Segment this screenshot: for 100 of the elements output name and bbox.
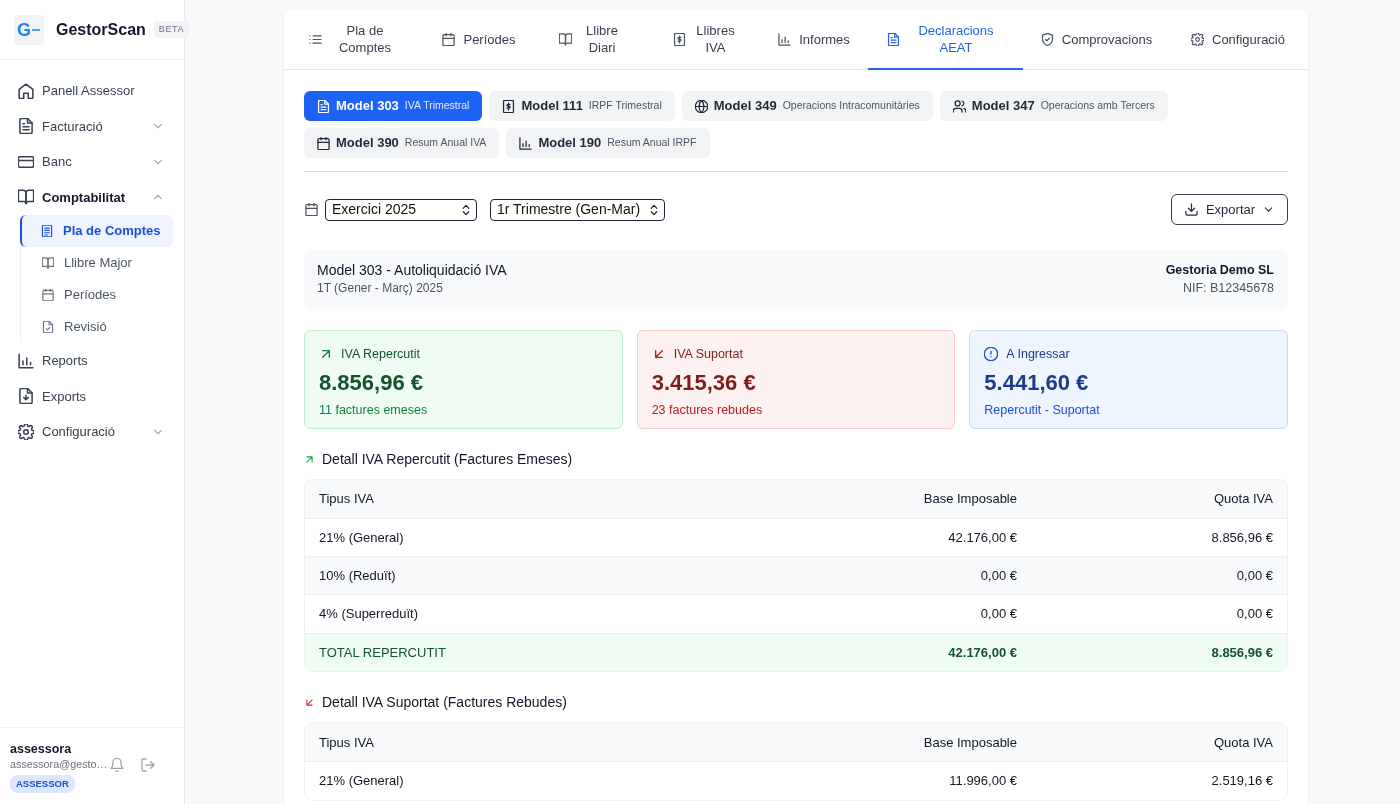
sidebar-subitem[interactable]: Períodes (21, 279, 173, 311)
stat-label: A Ingressar (1006, 346, 1070, 363)
table-cell: 42.176,00 € (712, 633, 1031, 672)
notifications-icon[interactable] (110, 758, 124, 772)
model-button[interactable]: Model 190 Resum Anual IRPF (506, 128, 710, 158)
table-cell: 21% (General) (305, 518, 713, 557)
document-icon (887, 32, 900, 46)
model-button[interactable]: Model 390 Resum Anual IVA (304, 128, 500, 158)
tab[interactable]: Llibre Diari (533, 10, 650, 70)
home-icon (18, 82, 34, 99)
stat-note: Repercutit - Suportat (984, 401, 1101, 419)
stat-value: 3.415,36 € (651, 368, 757, 397)
sidebar-subitem[interactable]: Llibre Major (21, 247, 173, 279)
sidebar-subitem[interactable]: Revisió (21, 311, 173, 343)
stat-note: 11 factures emeses (319, 401, 429, 419)
tab[interactable]: Declaracions AEAT (868, 10, 1023, 70)
declaration-period: 1T (Gener - Març) 2025 (317, 280, 444, 297)
list-icon (309, 32, 322, 46)
document-check-icon (42, 321, 54, 333)
logout-icon[interactable] (141, 758, 155, 772)
stat-label: IVA Suportat (673, 346, 743, 363)
declaration-title: Model 303 - Autoliquidació IVA (317, 261, 507, 280)
sidebar-item[interactable]: Comptabilitat (0, 179, 184, 215)
bar-chart-icon (519, 136, 533, 150)
chevron-down-icon (1263, 204, 1275, 215)
table-cell: 0,00 € (1031, 556, 1287, 595)
user-name: assessora (10, 742, 73, 757)
stat-label: IVA Repercutit (341, 346, 420, 363)
sidebar-item[interactable]: Banc (0, 144, 184, 180)
credit-card-icon (18, 153, 34, 170)
table-cell: 4% (Superreduït) (305, 594, 713, 634)
sidebar-item[interactable]: Reports (0, 343, 184, 379)
tab[interactable]: Configuració (1170, 10, 1306, 70)
table-cell: 0,00 € (1031, 594, 1287, 634)
sidebar-item[interactable]: Exports (0, 378, 184, 414)
logo: G (14, 14, 44, 45)
role-badge: ASSESSOR (10, 775, 75, 794)
settings-icon (1191, 32, 1204, 46)
book-icon (559, 32, 572, 46)
period-select[interactable]: 1r Trimestre (Gen-Mar) (490, 198, 665, 221)
stat-value: 5.441,60 € (984, 368, 1090, 397)
tab[interactable]: Comprovacions (1023, 10, 1170, 70)
tab[interactable]: Períodes (425, 10, 533, 70)
arrow-down-left-icon (304, 697, 315, 708)
document-icon (18, 118, 34, 135)
chevron-updown-icon (648, 203, 660, 216)
company-nif: NIF: B12345678 (1181, 280, 1274, 297)
column-header: Tipus IVA (305, 723, 655, 762)
table-cell: 8.856,96 € (1031, 633, 1287, 672)
settings-icon (18, 423, 34, 440)
beta-badge: BETA (153, 20, 190, 39)
section-title: Detall IVA Suportat (Factures Rebudes) (322, 693, 567, 712)
table-cell: 21% (General) (305, 761, 655, 801)
stat-value: 8.856,96 € (319, 368, 424, 397)
column-header: Tipus IVA (305, 480, 713, 519)
calendar-icon (305, 203, 318, 216)
model-button[interactable]: Model 303 IVA Trimestral (304, 91, 483, 121)
user-email: assessora@gesto… (10, 757, 108, 772)
brand-name: GestorScan (56, 19, 146, 40)
sidebar-item[interactable]: Facturació (0, 108, 184, 144)
arrow-up-right-icon (304, 453, 315, 465)
table-cell: 42.176,00 € (712, 518, 1031, 557)
column-header: Quota IVA (1031, 723, 1287, 762)
bar-chart-icon (18, 352, 34, 369)
chevron-updown-icon (460, 203, 472, 216)
sidebar-item[interactable]: Panell Assessor (0, 73, 184, 109)
calendar-icon (317, 136, 330, 150)
table-cell: TOTAL REPERCUTIT (305, 633, 713, 672)
book-icon (42, 257, 54, 269)
table-cell: 0,00 € (712, 556, 1031, 595)
model-button[interactable]: Model 349 Operacions Intracomunitàries (681, 91, 933, 121)
spreadsheet-icon (41, 225, 53, 237)
table-cell: 8.856,96 € (1031, 518, 1287, 557)
model-button[interactable]: Model 111 IRPF Trimestral (489, 91, 675, 121)
table-cell: 11.996,00 € (654, 761, 1031, 801)
document-download-icon (18, 388, 34, 405)
stat-note: 23 factures rebudes (651, 401, 764, 419)
tab[interactable]: Informes (760, 10, 868, 70)
company-name: Gestoria Demo SL (1165, 262, 1274, 279)
shield-check-icon (1040, 32, 1054, 46)
document-icon (317, 99, 330, 113)
export-button[interactable]: Exportar (1171, 194, 1288, 225)
globe-icon (694, 99, 708, 113)
year-select[interactable]: Exercici 2025 (325, 198, 477, 221)
table-cell: 0,00 € (712, 594, 1031, 634)
table-cell: 2.519,16 € (1031, 761, 1287, 801)
book-icon (18, 189, 34, 206)
download-icon (1184, 203, 1198, 216)
column-header: Quota IVA (1031, 480, 1287, 519)
calendar-icon (442, 32, 456, 46)
sidebar-subitem[interactable]: Pla de Comptes (20, 215, 173, 247)
tab[interactable]: Llibres IVA (650, 10, 760, 70)
column-header: Base Imposable (712, 480, 1031, 519)
column-header: Base Imposable (654, 723, 1031, 762)
users-icon (952, 99, 966, 113)
model-button[interactable]: Model 347 Operacions amb Tercers (939, 91, 1168, 121)
dollar-document-icon (672, 32, 686, 46)
section-title: Detall IVA Repercutit (Factures Emeses) (322, 449, 573, 469)
sidebar-item[interactable]: Configuració (0, 414, 184, 450)
tab[interactable]: Pla de Comptes (284, 10, 425, 70)
